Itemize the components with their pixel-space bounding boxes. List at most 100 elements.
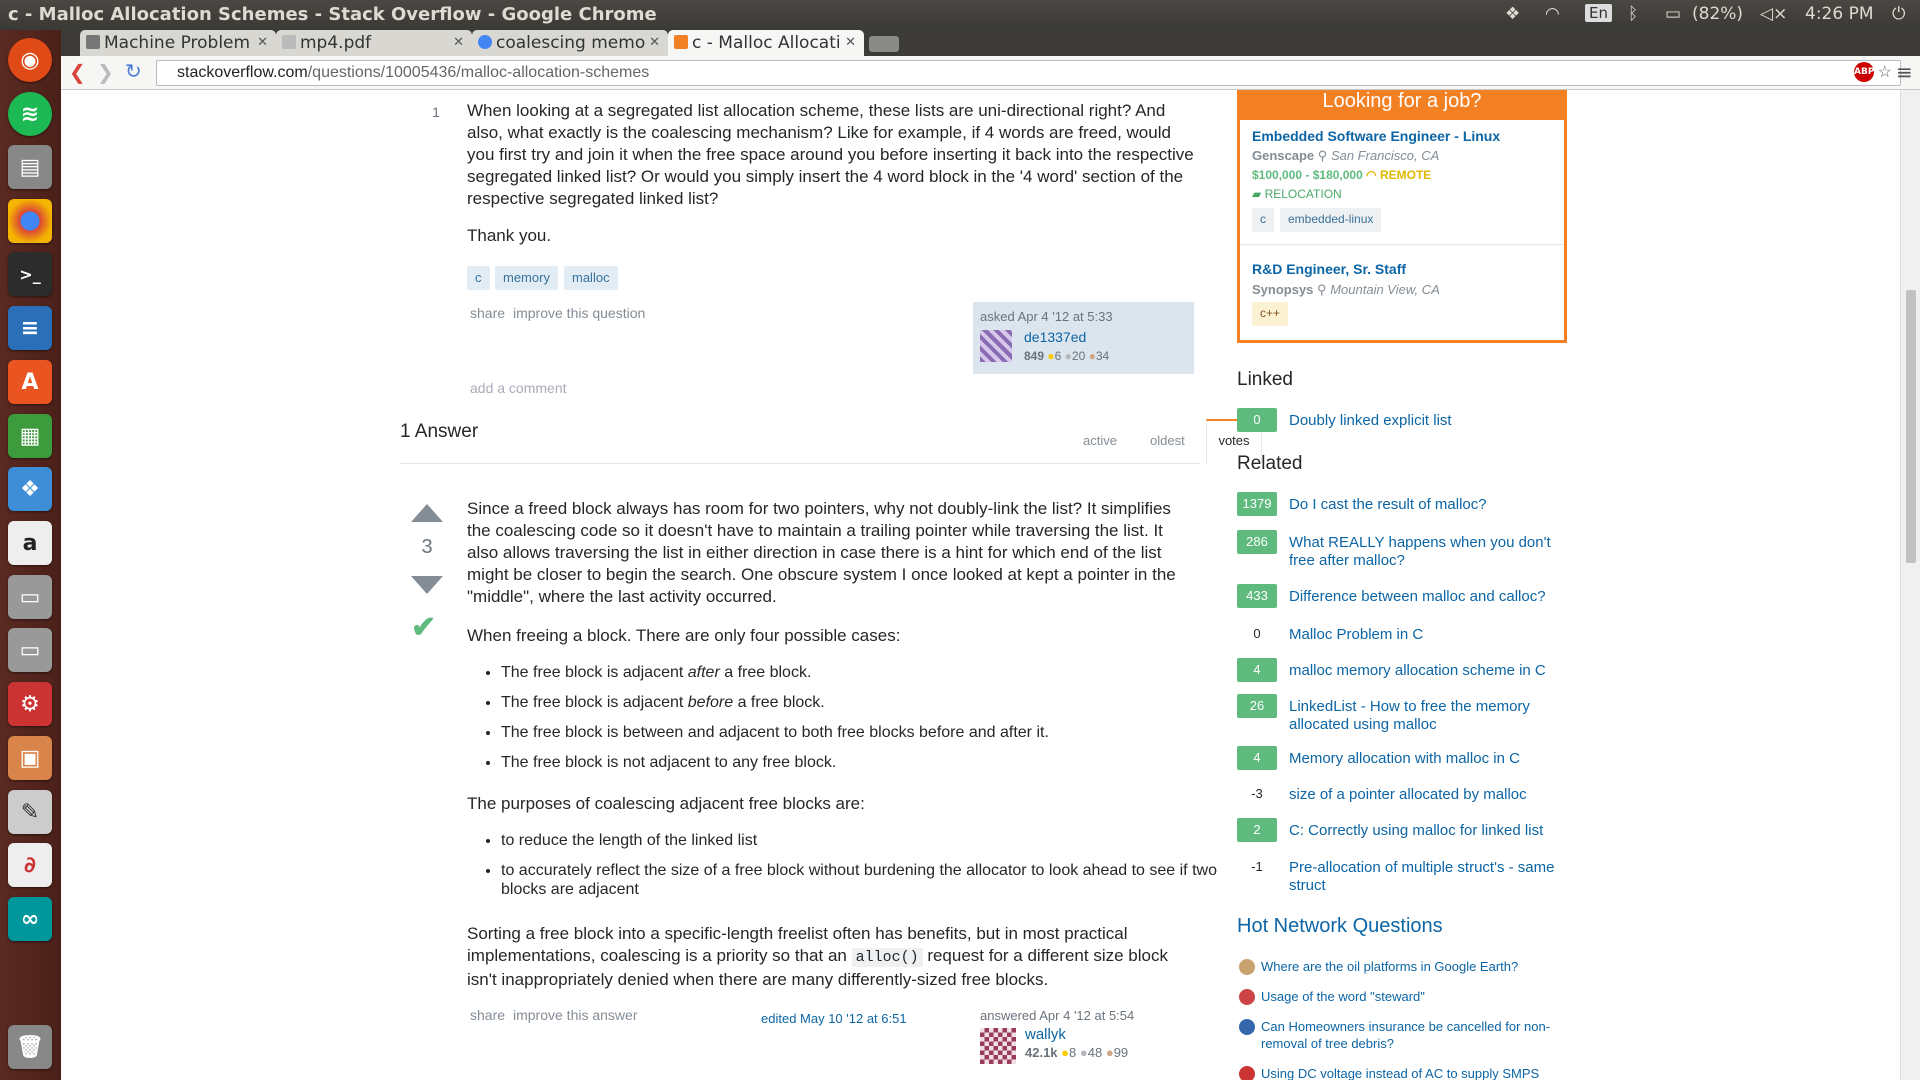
related-count[interactable]: 4 — [1237, 746, 1277, 770]
hot-network-heading[interactable]: Hot Network Questions — [1237, 915, 1443, 938]
edited-link[interactable]: edited May 10 '12 at 6:51 — [761, 1011, 907, 1026]
calc-icon[interactable]: ▦ — [8, 414, 52, 458]
related-question-link[interactable]: malloc memory allocation scheme in C — [1289, 662, 1559, 680]
list-item: The free block is not adjacent to any fr… — [501, 753, 1201, 772]
linked-count[interactable]: 0 — [1237, 408, 1277, 432]
dropbox-icon[interactable]: ❖ — [1505, 4, 1520, 24]
job-title-link[interactable]: Embedded Software Engineer - Linux — [1252, 128, 1500, 144]
files-icon[interactable]: ▤ — [8, 145, 52, 189]
related-count[interactable]: 1379 — [1237, 492, 1277, 516]
job-tag[interactable]: c++ — [1252, 302, 1289, 326]
text-editor-icon[interactable]: ✎ — [8, 790, 52, 834]
related-question-link[interactable]: What REALLY happens when you don't free … — [1289, 534, 1559, 570]
share-question-link[interactable]: share — [470, 305, 505, 321]
scrollbar-thumb[interactable] — [1906, 290, 1916, 563]
related-count[interactable]: 433 — [1237, 584, 1277, 608]
tab-sort-active[interactable]: active — [1083, 433, 1117, 448]
related-count[interactable]: 4 — [1237, 658, 1277, 682]
address-path: /questions/10005436/malloc-allocation-sc… — [307, 64, 650, 81]
reload-icon[interactable]: ↻ — [125, 59, 142, 83]
related-question-link[interactable]: Malloc Problem in C — [1289, 626, 1559, 644]
improve-answer-link[interactable]: improve this answer — [513, 1007, 638, 1023]
power-icon[interactable]: ⏻ — [1892, 4, 1905, 24]
clock[interactable]: 4:26 PM — [1805, 4, 1874, 24]
question-user-name[interactable]: de1337ed — [1024, 329, 1086, 345]
arduino-icon[interactable]: ∞ — [8, 897, 52, 941]
job-tag[interactable]: embedded-linux — [1280, 208, 1382, 232]
writer-icon[interactable]: ≡ — [8, 306, 52, 350]
impress-icon[interactable]: ▣ — [8, 736, 52, 780]
terminal-icon[interactable]: >_ — [8, 252, 52, 296]
related-count[interactable]: 286 — [1237, 530, 1277, 554]
hot-question-link[interactable]: Can Homeowners insurance be cancelled fo… — [1261, 1018, 1571, 1052]
chrome-icon[interactable] — [8, 199, 52, 243]
job-tag[interactable]: c — [1252, 208, 1274, 232]
related-count[interactable]: -3 — [1237, 782, 1277, 806]
adblock-icon[interactable]: ABP — [1854, 62, 1874, 82]
related-count[interactable]: -1 — [1237, 855, 1277, 879]
amazon-icon[interactable]: a — [8, 521, 52, 565]
add-comment-link[interactable]: add a comment — [470, 380, 567, 396]
upvote-icon[interactable] — [411, 504, 443, 522]
share-answer-link[interactable]: share — [470, 1007, 505, 1023]
tab-close-icon[interactable]: ✕ — [649, 35, 660, 50]
spotify-icon[interactable]: ≋ — [8, 92, 52, 136]
dash-home-icon[interactable]: ◉ — [8, 38, 52, 82]
related-question-link[interactable]: Memory allocation with malloc in C — [1289, 750, 1559, 768]
tab-mp4-pdf[interactable]: mp4.pdf ✕ — [276, 30, 472, 56]
tab-close-icon[interactable]: ✕ — [845, 35, 856, 50]
volume-icon[interactable]: ◁× — [1760, 4, 1787, 24]
related-question-link[interactable]: size of a pointer allocated by malloc — [1289, 786, 1559, 804]
related-question-link[interactable]: Do I cast the result of malloc? — [1289, 496, 1559, 514]
tag-malloc[interactable]: malloc — [564, 266, 618, 290]
page-scrollbar[interactable] — [1900, 90, 1920, 1080]
new-tab-button[interactable] — [869, 36, 899, 52]
related-count[interactable]: 0 — [1237, 622, 1277, 646]
menu-icon[interactable]: ≡ — [1896, 60, 1913, 84]
answer-paragraph-2: When freeing a block. There are only fou… — [467, 626, 901, 645]
related-question-link[interactable]: C: Correctly using malloc for linked lis… — [1289, 822, 1559, 840]
battery-percent[interactable]: (82%) — [1692, 4, 1743, 24]
address-host: stackoverflow.com — [177, 64, 308, 81]
linked-question-link[interactable]: Doubly linked explicit list — [1289, 412, 1559, 430]
dropbox-launcher-icon[interactable]: ❖ — [8, 467, 52, 511]
drive2-icon[interactable]: ▭ — [8, 628, 52, 672]
tag-c[interactable]: c — [467, 266, 490, 290]
avatar[interactable] — [980, 330, 1012, 362]
avatar[interactable] — [980, 1028, 1016, 1064]
tag-memory[interactable]: memory — [495, 266, 558, 290]
answer-user-name[interactable]: wallyk — [1025, 1026, 1066, 1043]
tab-machine-problem[interactable]: Machine Problem ✕ — [80, 30, 276, 56]
settings-icon[interactable]: ⚙ — [8, 682, 52, 726]
tab-close-icon[interactable]: ✕ — [257, 35, 268, 50]
tab-close-icon[interactable]: ✕ — [453, 35, 464, 50]
bookmark-star-icon[interactable]: ☆ — [1878, 62, 1892, 82]
forward-icon[interactable]: ❯ — [97, 60, 114, 84]
job-title-link[interactable]: R&D Engineer, Sr. Staff — [1252, 261, 1406, 277]
trash-icon[interactable]: 🗑 — [8, 1025, 52, 1069]
tab-coalescing[interactable]: coalescing memo ✕ — [472, 30, 668, 56]
related-question-link[interactable]: LinkedList - How to free the memory allo… — [1289, 698, 1559, 734]
downvote-icon[interactable] — [411, 576, 443, 594]
tab-malloc-allocation[interactable]: c - Malloc Allocati ✕ — [668, 30, 864, 56]
back-icon[interactable]: ❮ — [69, 60, 86, 84]
wifi-icon[interactable]: ◠ — [1545, 4, 1560, 24]
hot-question-link[interactable]: Usage of the word "steward" — [1261, 988, 1571, 1005]
hot-question-link[interactable]: Where are the oil platforms in Google Ea… — [1261, 958, 1571, 975]
address-bar[interactable]: stackoverflow.com/questions/10005436/mal… — [156, 60, 1901, 86]
related-count[interactable]: 2 — [1237, 818, 1277, 842]
battery-icon[interactable]: ▭ — [1665, 4, 1681, 24]
keyboard-layout[interactable]: En — [1585, 4, 1612, 22]
related-question-link[interactable]: Difference between malloc and calloc? — [1289, 588, 1559, 606]
related-count[interactable]: 26 — [1237, 694, 1277, 718]
gold-badge-icon: ● — [1061, 1045, 1070, 1060]
related-question-link[interactable]: Pre-allocation of multiple struct's - sa… — [1289, 859, 1559, 895]
hot-question-link[interactable]: Using DC voltage instead of AC to supply… — [1261, 1065, 1571, 1080]
tab-sort-oldest[interactable]: oldest — [1150, 433, 1185, 448]
improve-question-link[interactable]: improve this question — [513, 305, 645, 321]
drive-icon[interactable]: ▭ — [8, 575, 52, 619]
bluetooth-icon[interactable]: ᛒ — [1628, 4, 1638, 24]
pdf-viewer-icon[interactable]: ∂ — [8, 843, 52, 887]
tab-label: coalescing memo — [496, 33, 646, 53]
software-center-icon[interactable]: A — [8, 360, 52, 404]
